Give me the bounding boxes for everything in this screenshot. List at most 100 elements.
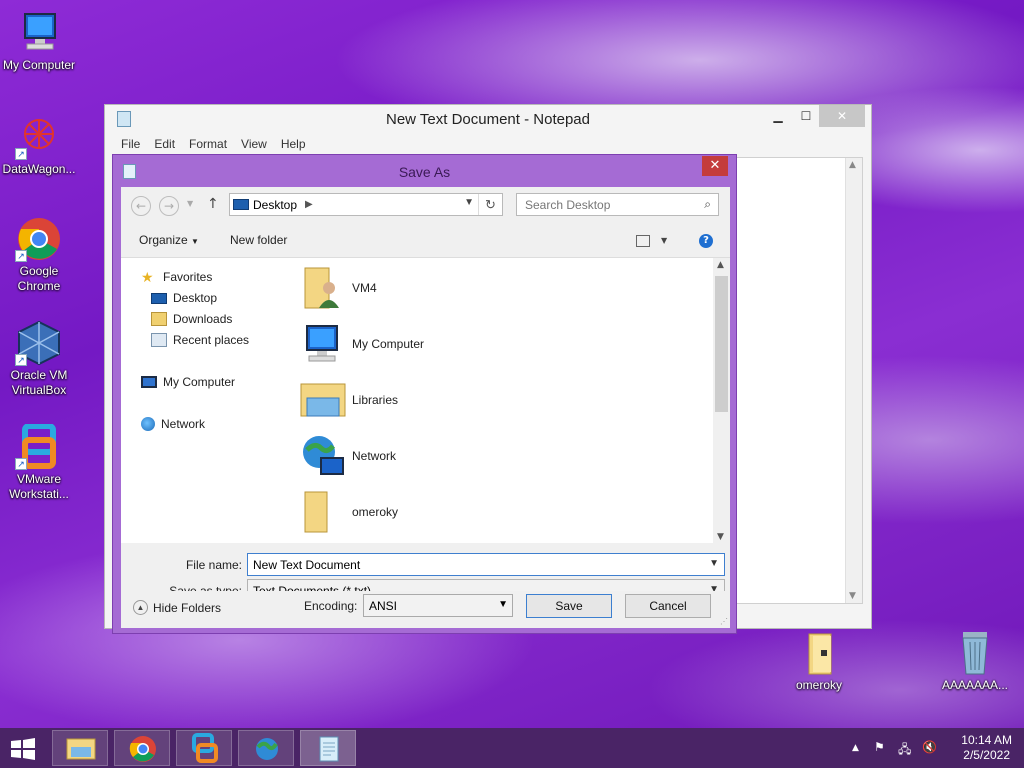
scroll-down-icon[interactable]: ▼ (849, 591, 856, 601)
system-clock[interactable]: 10:14 AM 2/5/2022 (961, 733, 1012, 763)
taskbar-file-explorer[interactable] (52, 730, 108, 766)
taskbar-network-app[interactable] (238, 730, 294, 766)
desktop-icon-virtualbox[interactable]: ↗ Oracle VM VirtualBox (0, 320, 78, 398)
windows-logo-icon (11, 738, 35, 760)
minimize-button[interactable]: ▁ (763, 105, 793, 127)
libraries-icon (299, 376, 347, 424)
network-icon (299, 432, 347, 480)
file-item-vm4[interactable]: VM4 (299, 264, 377, 312)
save-as-dialog: Save As ✕ ← → ▼ ↑ Desktop ▶ ▼ ↻ Search D… (112, 154, 737, 634)
shortcut-arrow-icon: ↗ (15, 250, 27, 262)
desktop-icon-vmware[interactable]: ↗ VMware Workstati... (0, 423, 78, 502)
menu-file[interactable]: File (115, 133, 148, 155)
chrome-icon (129, 736, 156, 762)
desktop-icon-label: My Computer (2, 58, 76, 72)
help-icon[interactable]: ? (699, 234, 713, 248)
address-text: Desktop (253, 197, 298, 212)
notepad-menubar: File Edit Format View Help (105, 133, 871, 155)
file-item-omeroky[interactable]: omeroky (299, 488, 398, 536)
chevron-up-icon: ▲ (133, 600, 148, 615)
notepad-titlebar[interactable]: New Text Document - Notepad ▁ ☐ ✕ (105, 105, 871, 133)
tree-item-label: Desktop (173, 291, 218, 305)
chevron-down-icon[interactable]: ▼ (498, 599, 508, 610)
tree-item-my-computer[interactable]: My Computer (141, 375, 235, 389)
desktop-icon-omeroky-folder[interactable]: omeroky (780, 630, 858, 693)
file-item-label: Network (352, 449, 397, 463)
chevron-down-icon[interactable]: ▼ (661, 236, 667, 245)
shortcut-arrow-icon: ↗ (15, 148, 27, 160)
taskbar-vmware[interactable] (176, 730, 232, 766)
menu-format[interactable]: Format (183, 133, 235, 155)
back-button[interactable]: ← (131, 196, 151, 216)
save-button[interactable]: Save (526, 594, 612, 618)
start-button[interactable] (8, 738, 38, 760)
file-list-scrollbar[interactable]: ▲ ▼ (713, 258, 730, 544)
scrollbar-thumb[interactable] (715, 276, 728, 412)
desktop-icon-label: Google Chrome (17, 264, 61, 293)
menu-help[interactable]: Help (275, 133, 314, 155)
taskbar-chrome[interactable] (114, 730, 170, 766)
tree-item-recent-places[interactable]: Recent places (151, 333, 249, 347)
desktop-icon-label: omeroky (795, 678, 842, 692)
menu-view[interactable]: View (235, 133, 275, 155)
hide-folders-button[interactable]: ▲ Hide Folders (133, 600, 221, 615)
dialog-close-button[interactable]: ✕ (702, 156, 728, 176)
scroll-up-icon[interactable]: ▲ (717, 260, 724, 270)
encoding-select[interactable]: ANSI ▼ (363, 594, 513, 617)
clock-date: 2/5/2022 (963, 748, 1010, 762)
cancel-button[interactable]: Cancel (625, 594, 711, 618)
file-item-my-computer[interactable]: My Computer (299, 320, 424, 368)
forward-button[interactable]: → (159, 196, 179, 216)
shortcut-arrow-icon: ↗ (15, 458, 27, 470)
view-options-icon[interactable] (636, 235, 650, 247)
desktop-icon-my-computer[interactable]: My Computer (0, 10, 78, 73)
file-item-libraries[interactable]: Libraries (299, 376, 398, 424)
tree-item-label: Network (161, 417, 206, 431)
resize-grip-icon[interactable]: ⋰ (720, 617, 728, 626)
desktop-icon-chrome[interactable]: ↗ Google Chrome (0, 216, 78, 294)
notepad-title: New Text Document - Notepad (386, 111, 590, 128)
address-bar[interactable]: Desktop ▶ ▼ ↻ (229, 193, 503, 216)
tree-item-favorites[interactable]: ★ Favorites (141, 270, 212, 284)
file-item-label: Libraries (352, 393, 399, 407)
scroll-down-icon[interactable]: ▼ (717, 532, 724, 542)
recent-locations-icon[interactable]: ▼ (187, 199, 193, 208)
close-button[interactable]: ✕ (819, 105, 865, 127)
organize-button[interactable]: Organize ▼ (139, 233, 199, 247)
volume-muted-icon[interactable]: 🔇 (922, 740, 937, 754)
file-item-label: omeroky (352, 505, 399, 519)
command-bar: Organize ▼ New folder ▼ ? (121, 223, 730, 257)
file-item-network[interactable]: Network (299, 432, 396, 480)
breadcrumb-chevron-icon[interactable]: ▶ (305, 199, 313, 210)
maximize-button[interactable]: ☐ (791, 105, 821, 127)
desktop-icon-datawagon[interactable]: ↗ DataWagon... (0, 114, 78, 177)
tree-item-downloads[interactable]: Downloads (151, 312, 232, 326)
notepad-scrollbar[interactable]: ▲ ▼ (845, 158, 862, 603)
vmware-icon (192, 733, 218, 763)
taskbar-notepad[interactable] (300, 730, 356, 766)
tree-item-label: My Computer (163, 375, 236, 389)
file-name-input[interactable]: New Text Document ▼ (247, 553, 725, 576)
chevron-down-icon[interactable]: ▼ (709, 558, 719, 569)
file-list: VM4 My Computer Libraries Network omerok… (293, 258, 713, 544)
tree-item-network[interactable]: Network (141, 417, 205, 431)
action-center-flag-icon[interactable]: ⚑ (874, 740, 885, 754)
menu-edit[interactable]: Edit (148, 133, 183, 155)
network-status-icon[interactable]: 🖧 (898, 740, 911, 761)
refresh-icon[interactable]: ↻ (478, 194, 502, 215)
up-arrow-icon[interactable]: ↑ (207, 196, 219, 212)
tree-item-label: Recent places (173, 333, 250, 347)
show-hidden-icons-icon[interactable]: ▲ (852, 743, 859, 753)
tree-item-desktop[interactable]: Desktop (151, 291, 217, 305)
dialog-footer-controls: ▲ Hide Folders Encoding: ANSI ▼ Save Can… (121, 589, 730, 628)
search-input[interactable]: Search Desktop ⌕ (516, 193, 719, 216)
chevron-down-icon[interactable]: ▼ (464, 197, 474, 208)
computer-icon (141, 376, 157, 388)
new-folder-button[interactable]: New folder (230, 233, 287, 247)
file-explorer-icon (66, 738, 96, 760)
scroll-up-icon[interactable]: ▲ (849, 160, 856, 170)
desktop-icon-recycle-bin[interactable]: AAAAAAA... (936, 630, 1014, 693)
dialog-titlebar[interactable]: Save As ✕ (113, 155, 736, 187)
clock-time: 10:14 AM (961, 733, 1012, 747)
organize-label: Organize (139, 233, 188, 247)
